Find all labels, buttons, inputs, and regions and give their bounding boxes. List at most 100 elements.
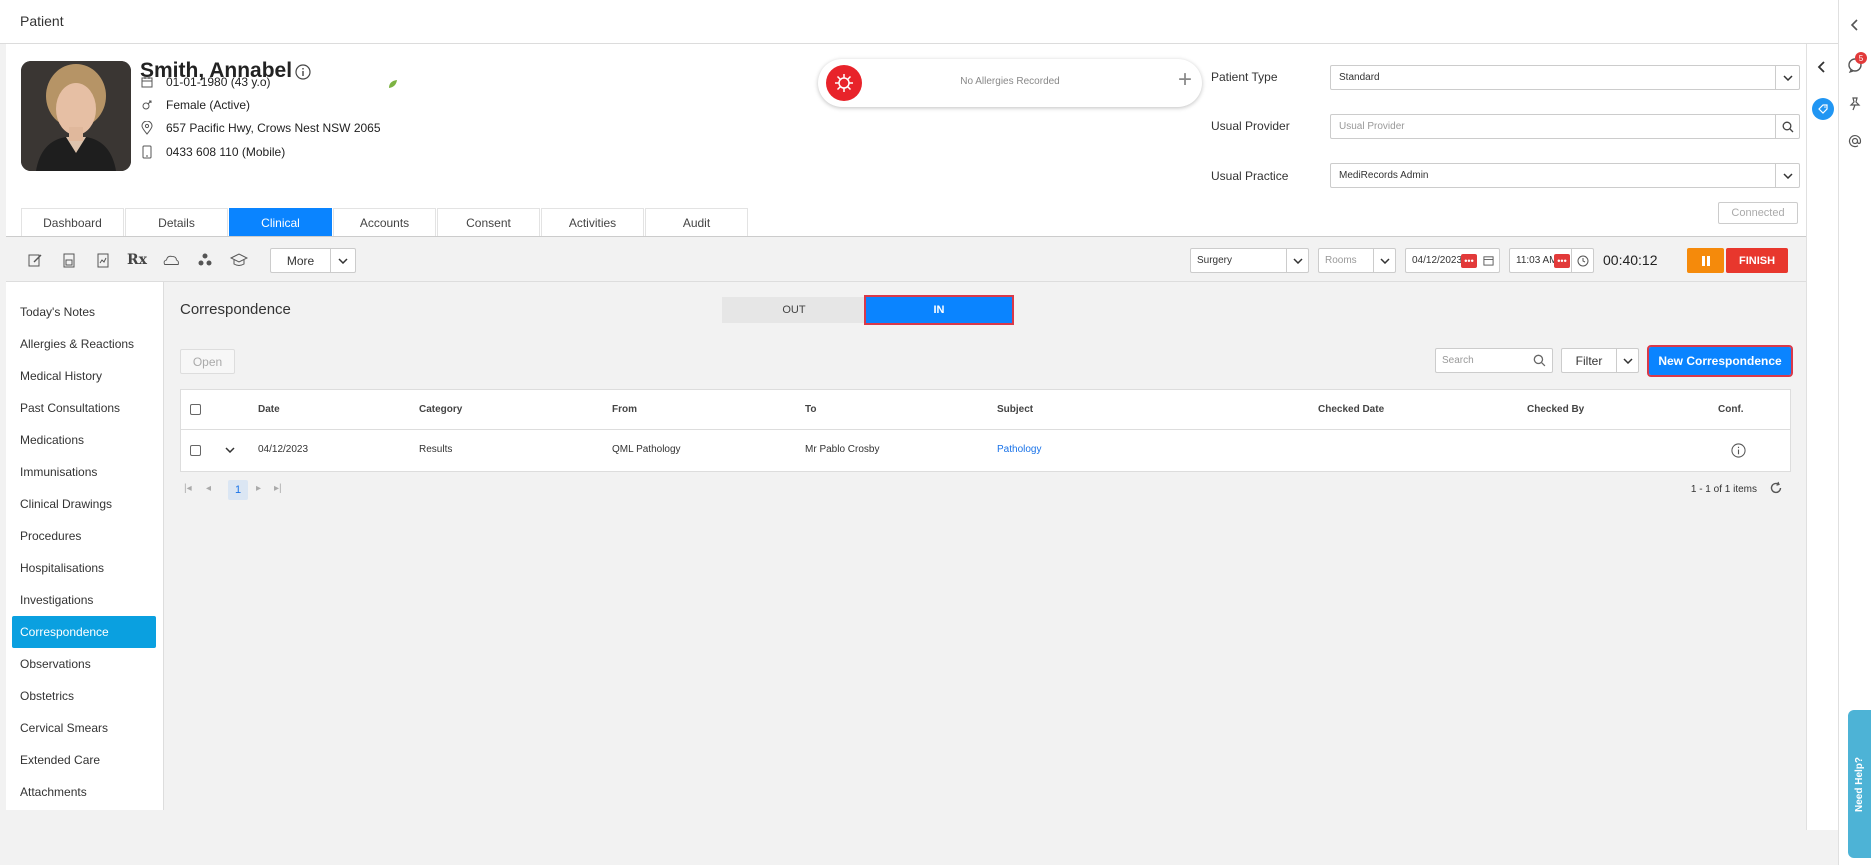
chevron-down-icon[interactable] — [1775, 164, 1799, 187]
more-dropdown[interactable]: More — [270, 248, 356, 273]
tab-clinical[interactable]: Clinical — [229, 208, 332, 236]
collapse-left-icon[interactable] — [1848, 18, 1862, 32]
patient-photo — [21, 61, 131, 171]
sidebar-item-medications[interactable]: Medications — [12, 424, 156, 456]
need-help-tab[interactable]: Need Help? — [1848, 710, 1871, 858]
sidebar-item-immunisations[interactable]: Immunisations — [12, 456, 156, 488]
patient-phone: 0433 608 110 (Mobile) — [166, 145, 286, 159]
column-checked-by[interactable]: Checked By — [1527, 404, 1584, 415]
allergies-panel[interactable]: No Allergies Recorded + — [818, 59, 1202, 107]
sidebar-item-observations[interactable]: Observations — [12, 648, 156, 680]
sidebar-item-medical-history[interactable]: Medical History — [12, 360, 156, 392]
connected-button[interactable]: Connected — [1718, 202, 1798, 224]
filter-dropdown[interactable]: Filter — [1561, 348, 1639, 373]
column-from[interactable]: From — [612, 404, 637, 415]
education-icon[interactable] — [230, 251, 248, 269]
tab-consent[interactable]: Consent — [437, 208, 540, 236]
usual-provider-placeholder: Usual Provider — [1339, 121, 1405, 132]
sidebar-item-clinical-drawings[interactable]: Clinical Drawings — [12, 488, 156, 520]
tab-details[interactable]: Details — [125, 208, 228, 236]
table-row[interactable]: 04/12/2023 Results QML Pathology Mr Pabl… — [181, 430, 1790, 471]
page-number[interactable]: 1 — [228, 480, 248, 500]
side-panel — [1806, 44, 1838, 830]
search-placeholder: Search — [1442, 355, 1474, 366]
column-category[interactable]: Category — [419, 404, 462, 415]
toggle-in-button[interactable]: IN — [864, 295, 1014, 325]
search-icon[interactable] — [1775, 115, 1799, 138]
mobile-icon — [140, 145, 154, 159]
pause-button[interactable] — [1687, 248, 1724, 273]
filter-label: Filter — [1562, 349, 1617, 372]
info-icon[interactable] — [1731, 443, 1746, 458]
tab-audit[interactable]: Audit — [645, 208, 748, 236]
sidebar-item-extended-care[interactable]: Extended Care — [12, 744, 156, 776]
usual-provider-label: Usual Provider — [1211, 119, 1290, 133]
sidebar-item-procedures[interactable]: Procedures — [12, 520, 156, 552]
time-input[interactable]: 11:03 AM ••• — [1509, 248, 1594, 273]
tab-accounts[interactable]: Accounts — [333, 208, 436, 236]
biohazard-icon[interactable] — [196, 251, 214, 269]
first-page-icon[interactable]: |◂ — [184, 483, 192, 494]
add-allergy-icon[interactable]: + — [1178, 68, 1192, 92]
open-button[interactable]: Open — [180, 349, 235, 374]
chevron-down-icon[interactable] — [1775, 66, 1799, 89]
select-all-checkbox[interactable] — [190, 404, 201, 415]
patient-type-select[interactable]: Standard — [1330, 65, 1800, 90]
new-correspondence-button[interactable]: New Correspondence — [1647, 345, 1793, 377]
chevron-down-icon[interactable] — [1373, 249, 1395, 272]
tag-icon[interactable] — [1812, 98, 1834, 120]
clipboard-icon[interactable] — [60, 251, 78, 269]
search-icon[interactable] — [1533, 354, 1546, 367]
correspondence-table: Date Category From To Subject Checked Da… — [180, 389, 1791, 472]
tab-dashboard[interactable]: Dashboard — [21, 208, 124, 236]
chevron-down-icon[interactable] — [1617, 349, 1638, 372]
row-subject-link[interactable]: Pathology — [997, 444, 1041, 455]
next-page-icon[interactable]: ▸ — [256, 483, 261, 494]
sidebar-item-allergies[interactable]: Allergies & Reactions — [12, 328, 156, 360]
chevron-down-icon[interactable] — [331, 249, 355, 272]
column-to[interactable]: To — [805, 404, 816, 415]
column-checked-date[interactable]: Checked Date — [1318, 404, 1384, 415]
rooms-select[interactable]: Rooms — [1318, 248, 1396, 273]
sidebar-item-investigations[interactable]: Investigations — [12, 584, 156, 616]
column-date[interactable]: Date — [258, 404, 280, 415]
sidebar-item-correspondence[interactable]: Correspondence — [12, 616, 156, 648]
sidebar-item-todays-notes[interactable]: Today's Notes — [12, 296, 156, 328]
info-icon[interactable] — [295, 64, 311, 80]
refresh-icon[interactable] — [1769, 481, 1783, 495]
date-input[interactable]: 04/12/2023 ••• — [1405, 248, 1500, 273]
prescription-icon[interactable]: Rx — [127, 251, 147, 269]
finish-button[interactable]: FINISH — [1726, 248, 1788, 273]
row-checkbox[interactable] — [190, 445, 201, 456]
sidebar-item-hospitalisations[interactable]: Hospitalisations — [12, 552, 156, 584]
surgery-select[interactable]: Surgery — [1190, 248, 1309, 273]
patient-dob: 01-01-1980 (43 y.o) — [166, 75, 271, 89]
column-conf[interactable]: Conf. — [1718, 404, 1744, 415]
row-category: Results — [419, 444, 453, 455]
gender-icon — [140, 98, 154, 112]
row-date: 04/12/2023 — [258, 444, 309, 455]
clock-icon[interactable] — [1571, 249, 1593, 272]
toggle-out-button[interactable]: OUT — [722, 297, 866, 323]
calendar-icon[interactable] — [1477, 249, 1499, 272]
tab-activities[interactable]: Activities — [541, 208, 644, 236]
sidebar-item-cervical-smears[interactable]: Cervical Smears — [12, 712, 156, 744]
cloud-icon[interactable] — [162, 251, 180, 269]
sidebar-item-obstetrics[interactable]: Obstetrics — [12, 680, 156, 712]
edit-note-icon[interactable] — [26, 251, 44, 269]
prev-page-icon[interactable]: ◂ — [206, 483, 211, 494]
chevron-down-icon[interactable] — [1286, 249, 1308, 272]
usual-provider-input[interactable]: Usual Provider — [1330, 114, 1800, 139]
sidebar-item-past-consultations[interactable]: Past Consultations — [12, 392, 156, 424]
chart-note-icon[interactable] — [94, 251, 112, 269]
usual-practice-select[interactable]: MediRecords Admin — [1330, 163, 1800, 188]
search-input[interactable]: Search — [1435, 348, 1553, 373]
pin-icon[interactable] — [1848, 97, 1862, 111]
at-sign-icon[interactable] — [1848, 134, 1862, 148]
panel-collapse-icon[interactable] — [1815, 60, 1829, 74]
last-page-icon[interactable]: ▸| — [274, 483, 282, 494]
column-subject[interactable]: Subject — [997, 404, 1033, 415]
sidebar-item-attachments[interactable]: Attachments — [12, 776, 156, 808]
expand-chevron-icon[interactable] — [225, 447, 235, 453]
phone-row: 0433 608 110 (Mobile) — [140, 143, 285, 161]
